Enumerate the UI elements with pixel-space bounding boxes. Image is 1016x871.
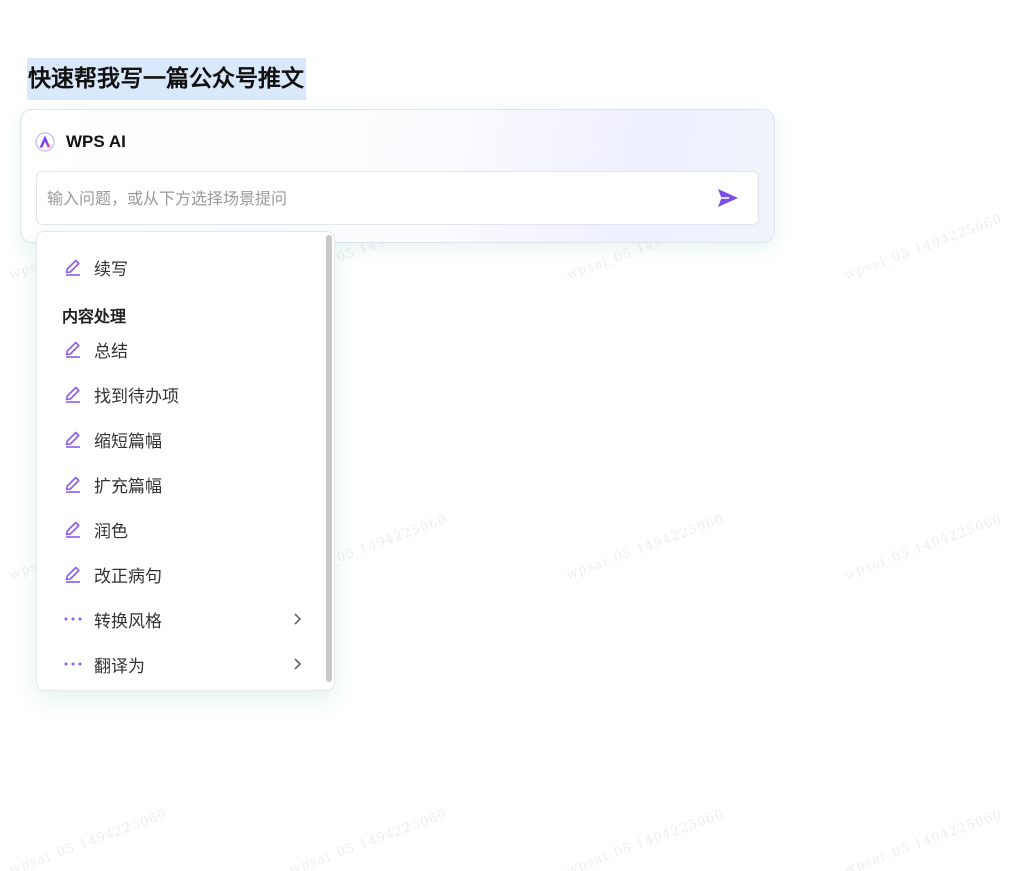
ai-input-box [36,171,759,225]
menu-item-change-style[interactable]: 转换风格 [62,603,304,635]
pen-icon [62,338,84,360]
wps-ai-logo-icon [35,132,55,152]
menu-item-label: 扩充篇幅 [94,476,162,497]
ai-panel-title: WPS AI [66,132,126,151]
ai-panel-header: WPS AI [35,130,126,154]
pen-icon [62,428,84,450]
watermark-text: wpsai_05 1494225060 [842,211,1005,284]
menu-item-label: 转换风格 [94,611,162,632]
menu-item-label: 续写 [94,259,128,280]
menu-item-continue-writing[interactable]: 续写 [62,251,304,283]
chevron-right-icon [290,611,304,627]
watermark-text: wpsai_05 1494225060 [564,511,727,584]
pen-icon [62,518,84,540]
menu-item-polish[interactable]: 润色 [62,513,304,545]
pen-icon [62,256,84,278]
menu-item-label: 缩短篇幅 [94,431,162,452]
watermark-text: wpsai_05 1494225060 [842,806,1005,871]
more-dots-icon [62,653,84,675]
send-icon[interactable] [715,185,741,211]
menu-item-label: 改正病句 [94,566,162,587]
wps-ai-panel: WPS AI [20,109,775,243]
pen-icon [62,563,84,585]
watermark-text: wpsai_05 1494225060 [287,806,450,871]
menu-item-label: 找到待办项 [94,386,179,407]
menu-item-translate[interactable]: 翻译为 [62,648,304,680]
menu-item-fix-grammar[interactable]: 改正病句 [62,558,304,590]
more-dots-icon [62,608,84,630]
menu-item-label: 总结 [94,341,128,362]
chevron-right-icon [290,656,304,672]
menu-item-label: 润色 [94,521,128,542]
menu-item-summarize[interactable]: 总结 [62,333,304,365]
menu-item-shorten[interactable]: 缩短篇幅 [62,423,304,455]
menu-item-expand[interactable]: 扩充篇幅 [62,468,304,500]
menu-scrollbar[interactable] [326,235,332,682]
menu-item-label: 翻译为 [94,656,145,677]
menu-item-find-todos[interactable]: 找到待办项 [62,378,304,410]
menu-section-title: 内容处理 [62,307,127,326]
watermark-text: wpsai_05 1494225060 [564,806,727,871]
watermark-text: wpsai_05 1494225060 [7,806,170,871]
ai-question-input[interactable] [47,172,687,224]
watermark-text: wpsai_05 1494225060 [842,511,1005,584]
ai-scenario-menu: 续写 内容处理 总结 找到待办项 缩短篇幅 扩充篇幅 润色 改正病句 转换风格 … [36,231,335,691]
selected-heading[interactable]: 快速帮我写一篇公众号推文 [27,58,306,100]
pen-icon [62,383,84,405]
pen-icon [62,473,84,495]
